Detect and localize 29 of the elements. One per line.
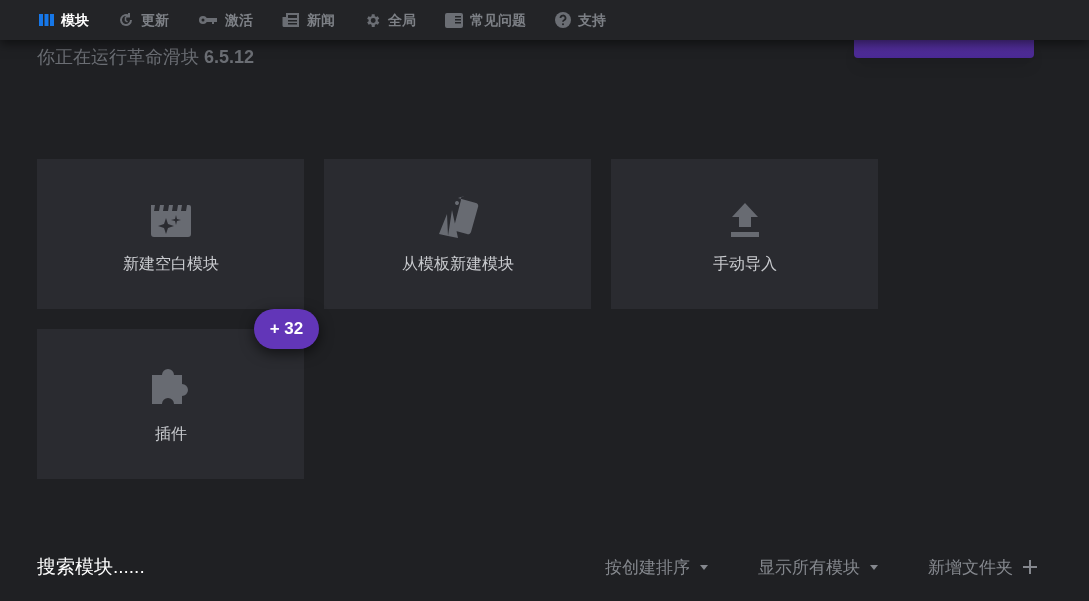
- caret-icon: [870, 564, 878, 570]
- refresh-icon: [118, 12, 134, 28]
- help-icon: [555, 12, 571, 28]
- settings-icon: [364, 11, 381, 29]
- module-card[interactable]: 新建空白模块: [37, 159, 304, 309]
- upload-icon: [728, 202, 761, 238]
- count-badge: + 32: [254, 309, 319, 349]
- book-icon: [445, 12, 463, 28]
- dropdown-button[interactable]: 显示所有模块: [758, 554, 878, 580]
- dropdown-button[interactable]: 按创建排序: [605, 554, 708, 580]
- new-folder-button[interactable]: 新增文件夹: [928, 554, 1037, 580]
- plus-icon: [1023, 560, 1037, 575]
- nav-tab[interactable]: 常见问题: [445, 9, 526, 31]
- clapperboard-icon: [149, 202, 192, 238]
- columns-icon: [39, 14, 54, 26]
- version-text: 你正在运行革命滑块 6.5.12: [37, 46, 255, 69]
- newspaper-icon: [282, 12, 300, 28]
- caret-icon: [700, 564, 708, 570]
- nav-tab[interactable]: 全局: [364, 9, 416, 31]
- nav-tab[interactable]: 激活: [198, 9, 253, 31]
- module-card[interactable]: 手动导入: [611, 159, 878, 309]
- members-button[interactable]: [854, 40, 1034, 58]
- key-icon: [198, 15, 218, 25]
- module-card[interactable]: 从模板新建模块: [324, 159, 591, 309]
- nav-tab[interactable]: 支持: [555, 9, 606, 31]
- nav-tab[interactable]: 新闻: [282, 9, 335, 31]
- nav-tab[interactable]: 模块: [39, 9, 89, 31]
- nav-tab[interactable]: 更新: [118, 9, 169, 31]
- search-field[interactable]: 搜索模块......: [37, 553, 337, 582]
